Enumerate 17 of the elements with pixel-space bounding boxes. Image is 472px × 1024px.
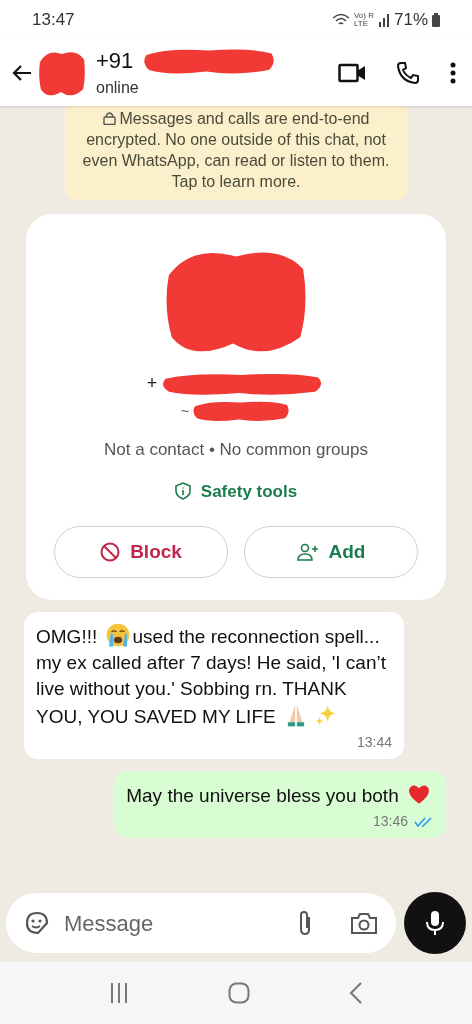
message-time: 13:44 xyxy=(356,733,392,752)
carrier-label: Vo) R xyxy=(353,12,374,20)
contact-info: Not a contact • No common groups xyxy=(104,439,368,461)
contact-name[interactable]: +91 xyxy=(96,48,134,74)
contact-alias: ~ xyxy=(180,401,190,421)
message-field[interactable]: Message xyxy=(64,906,282,940)
message-text: OMG!!! used the reconnection spell... my ex called after 7 days! He said, 'I can’t live without you.' Sobbing rn. THANK YOU, YOU SAVED MY LIFE xyxy=(36,622,392,730)
encryption-notice[interactable]: Messages and calls are end-to-end encrypted. No one outside of this chat, not even WhatsApp, can read or listen to them. Tap to learn more. xyxy=(65,106,407,200)
battery-level: 71% xyxy=(393,9,428,32)
contact-status: online xyxy=(96,78,140,98)
message-text: May the universe bless you both xyxy=(126,781,434,809)
contact-number: + xyxy=(146,372,158,395)
composer-bar[interactable]: Message xyxy=(6,893,396,953)
status-time: 13:47 xyxy=(32,9,75,32)
safety-tools-link[interactable]: Safety tools xyxy=(174,478,298,504)
network-label: LTE xyxy=(353,20,370,28)
message-time: 13:46 xyxy=(372,812,408,831)
